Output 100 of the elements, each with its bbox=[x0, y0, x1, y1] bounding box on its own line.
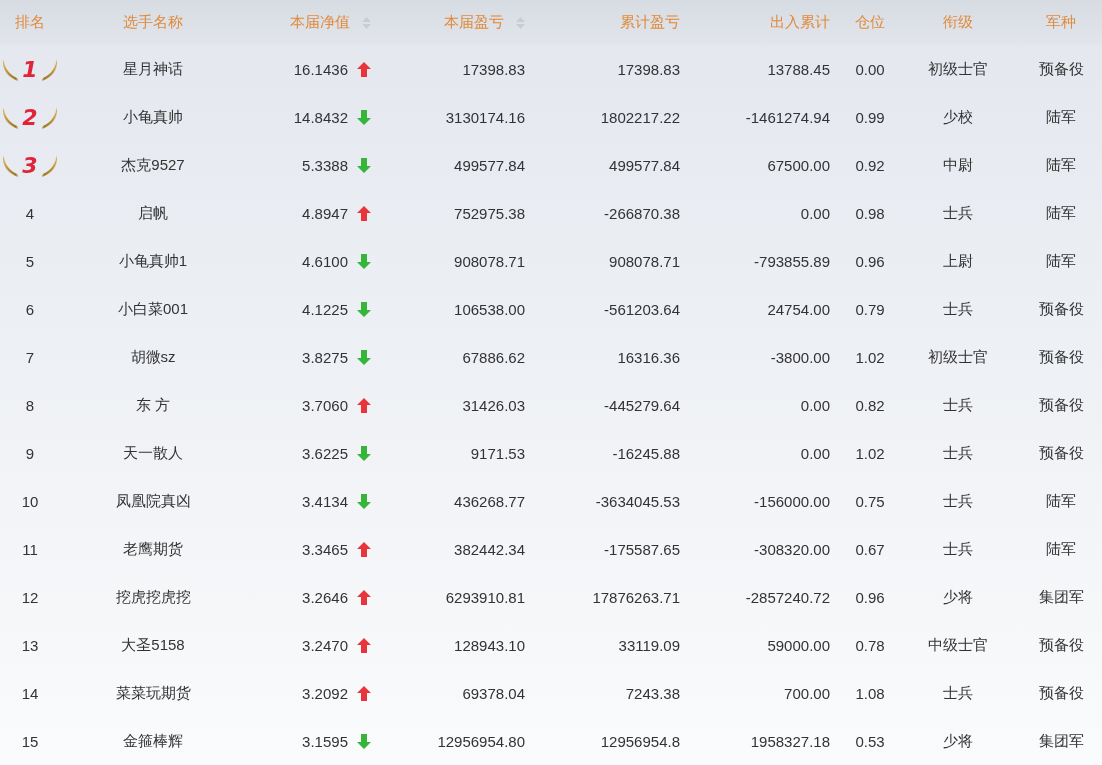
position-value: 0.99 bbox=[855, 108, 885, 126]
net-value: 3.2646 bbox=[302, 588, 348, 606]
profit-value: 106538.00 bbox=[454, 300, 525, 318]
total-profit-value: -16245.88 bbox=[612, 444, 680, 462]
column-header: 衔级 bbox=[942, 13, 973, 32]
player-name: 小白菜001 bbox=[118, 299, 188, 319]
total-profit-value: 7243.38 bbox=[625, 684, 680, 702]
rank-number: 12 bbox=[21, 588, 39, 606]
profit-value: 9171.53 bbox=[470, 444, 525, 462]
profit-value: 69378.04 bbox=[462, 684, 525, 702]
branch-value: 陆军 bbox=[1046, 539, 1076, 559]
player-name: 星月神话 bbox=[123, 59, 183, 79]
position-value: 0.53 bbox=[855, 732, 885, 750]
total-profit-value: -445279.64 bbox=[604, 396, 680, 414]
position-value: 0.78 bbox=[855, 636, 885, 654]
rank-number: 5 bbox=[25, 252, 35, 270]
position-value: 0.75 bbox=[855, 492, 885, 510]
rank-number: 15 bbox=[21, 732, 39, 750]
position-value: 1.02 bbox=[855, 444, 885, 462]
position-value: 0.98 bbox=[855, 204, 885, 222]
rank-title: 士兵 bbox=[942, 395, 973, 415]
rank-title: 士兵 bbox=[942, 299, 973, 319]
profit-value: 128943.10 bbox=[454, 636, 525, 654]
player-name: 挖虎挖虎挖 bbox=[115, 587, 191, 607]
total-profit-value: 12956954.8 bbox=[600, 732, 680, 750]
player-name: 小龟真帅 bbox=[123, 107, 183, 127]
flow-value: 0.00 bbox=[800, 396, 830, 414]
total-profit-value: -266870.38 bbox=[604, 204, 680, 222]
total-profit-value: 1802217.22 bbox=[600, 108, 680, 126]
flow-value: 0.00 bbox=[800, 444, 830, 462]
position-value: 0.67 bbox=[855, 540, 885, 558]
net-value: 4.1225 bbox=[302, 300, 348, 318]
net-value: 3.1595 bbox=[302, 732, 348, 750]
rank-number: 1 bbox=[22, 56, 38, 82]
rank-title: 初级士官 bbox=[927, 347, 988, 367]
rank-number: 13 bbox=[21, 636, 39, 654]
rank-number: 14 bbox=[21, 684, 39, 702]
net-value: 5.3388 bbox=[302, 156, 348, 174]
branch-value: 陆军 bbox=[1046, 491, 1076, 511]
flow-value: 1958327.18 bbox=[750, 732, 830, 750]
profit-value: 17398.83 bbox=[462, 60, 525, 78]
total-profit-value: 499577.84 bbox=[609, 156, 680, 174]
flow-value: 0.00 bbox=[800, 204, 830, 222]
net-value: 16.1436 bbox=[293, 60, 348, 78]
net-value: 3.7060 bbox=[302, 396, 348, 414]
profit-value: 67886.62 bbox=[462, 348, 525, 366]
flow-value: 700.00 bbox=[784, 684, 830, 702]
rank-number: 11 bbox=[22, 540, 38, 558]
flow-value: -793855.89 bbox=[754, 252, 830, 270]
net-value: 3.6225 bbox=[302, 444, 348, 462]
player-name: 启帆 bbox=[138, 203, 168, 223]
rank-number: 7 bbox=[25, 348, 35, 366]
total-profit-value: 908078.71 bbox=[609, 252, 680, 270]
column-header: 军种 bbox=[1046, 13, 1076, 32]
flow-value: -1461274.94 bbox=[745, 108, 830, 126]
flow-value: -3800.00 bbox=[770, 348, 830, 366]
rank-number: 9 bbox=[25, 444, 35, 462]
rank-title: 少校 bbox=[942, 107, 973, 127]
rank-title: 中级士官 bbox=[927, 635, 988, 655]
net-value: 4.8947 bbox=[302, 204, 348, 222]
player-name: 菜菜玩期货 bbox=[115, 683, 191, 703]
rank-number: 2 bbox=[22, 104, 38, 130]
branch-value: 预备役 bbox=[1038, 347, 1084, 367]
net-value: 3.2470 bbox=[302, 636, 348, 654]
flow-value: -156000.00 bbox=[754, 492, 830, 510]
column-header[interactable]: 本届净值 bbox=[290, 13, 350, 32]
profit-value: 3130174.16 bbox=[445, 108, 525, 126]
total-profit-value: 17876263.71 bbox=[592, 588, 680, 606]
profit-value: 908078.71 bbox=[454, 252, 525, 270]
flow-value: -2857240.72 bbox=[745, 588, 830, 606]
profit-value: 436268.77 bbox=[454, 492, 525, 510]
rank-title: 少将 bbox=[942, 731, 973, 751]
rank-title: 少将 bbox=[942, 587, 973, 607]
net-value: 3.3465 bbox=[302, 540, 348, 558]
player-name: 天一散人 bbox=[123, 443, 183, 463]
column-header[interactable]: 本届盈亏 bbox=[444, 13, 504, 32]
total-profit-value: -561203.64 bbox=[604, 300, 680, 318]
rank-number: 3 bbox=[22, 152, 38, 178]
column-header: 仓位 bbox=[855, 13, 885, 32]
flow-value: -308320.00 bbox=[754, 540, 830, 558]
profit-value: 12956954.80 bbox=[437, 732, 525, 750]
position-value: 0.82 bbox=[855, 396, 885, 414]
position-value: 1.02 bbox=[855, 348, 885, 366]
rank-title: 中尉 bbox=[942, 155, 973, 175]
profit-value: 499577.84 bbox=[454, 156, 525, 174]
position-value: 0.00 bbox=[855, 60, 885, 78]
column-header: 排名 bbox=[15, 13, 45, 32]
branch-value: 集团军 bbox=[1038, 731, 1084, 751]
branch-value: 预备役 bbox=[1038, 683, 1084, 703]
rank-number: 4 bbox=[25, 204, 35, 222]
rank-title: 上尉 bbox=[942, 251, 973, 271]
branch-value: 预备役 bbox=[1038, 299, 1084, 319]
position-value: 0.92 bbox=[855, 156, 885, 174]
branch-value: 集团军 bbox=[1038, 587, 1084, 607]
position-value: 0.79 bbox=[855, 300, 885, 318]
rank-title: 士兵 bbox=[942, 683, 973, 703]
net-value: 3.2092 bbox=[302, 684, 348, 702]
branch-value: 预备役 bbox=[1038, 59, 1084, 79]
branch-value: 陆军 bbox=[1046, 203, 1076, 223]
total-profit-value: 33119.09 bbox=[618, 636, 680, 654]
